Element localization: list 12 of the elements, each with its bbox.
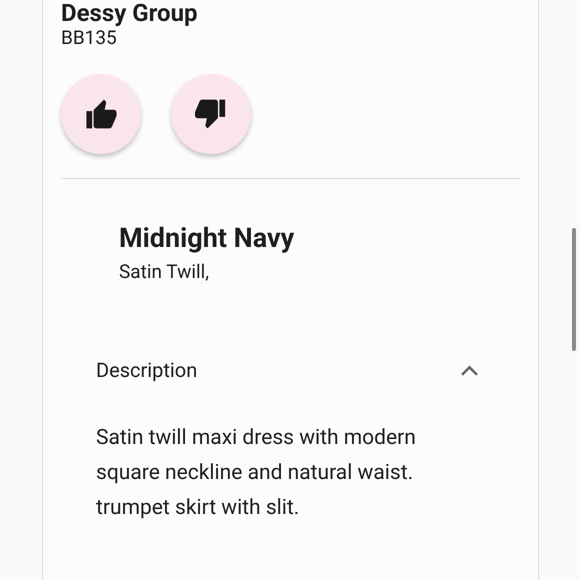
thumbs-down-icon	[194, 98, 228, 130]
color-name: Midnight Navy	[119, 221, 294, 255]
dislike-button[interactable]	[171, 74, 251, 154]
brand-name: Dessy Group	[61, 0, 198, 26]
scrollbar[interactable]	[572, 228, 576, 351]
description-text: Satin twill maxi dress with modern square neckline and natural waist. trumpet skirt with slit.	[96, 425, 417, 522]
chevron-up-icon[interactable]	[461, 364, 478, 376]
product-code: BB135	[61, 26, 117, 50]
like-button[interactable]	[61, 74, 141, 154]
fabric-name: Satin Twill,	[119, 259, 209, 285]
thumbs-up-icon	[84, 98, 118, 130]
accordion-title[interactable]: Description	[96, 357, 198, 383]
